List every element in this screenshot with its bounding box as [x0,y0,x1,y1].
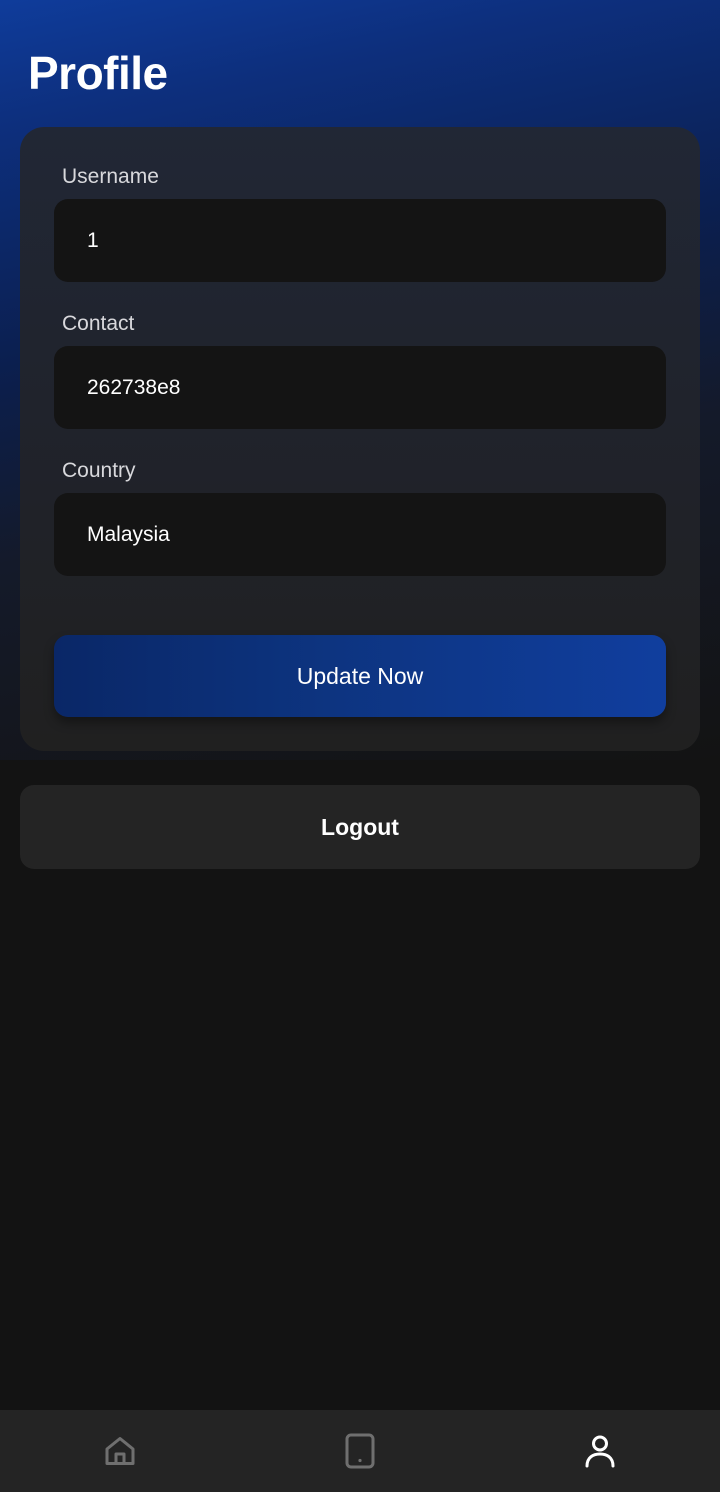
username-input[interactable] [54,199,666,282]
nav-item-profile[interactable] [480,1410,720,1492]
nav-item-device[interactable] [240,1410,480,1492]
logout-button[interactable]: Logout [20,785,700,869]
contact-field-box [54,346,666,429]
nav-item-home[interactable] [0,1410,240,1492]
tablet-icon [343,1433,377,1469]
country-field-box [54,493,666,576]
home-icon [103,1434,137,1468]
country-label: Country [62,459,136,482]
country-input[interactable] [54,493,666,576]
person-icon [583,1433,617,1469]
username-label: Username [62,165,159,188]
bottom-navigation [0,1410,720,1492]
page-title: Profile [28,47,168,99]
username-field-box [54,199,666,282]
profile-form-card: Username Contact Country Update Now [20,127,700,751]
contact-label: Contact [62,312,135,335]
contact-input[interactable] [54,346,666,429]
update-now-button[interactable]: Update Now [54,635,666,717]
